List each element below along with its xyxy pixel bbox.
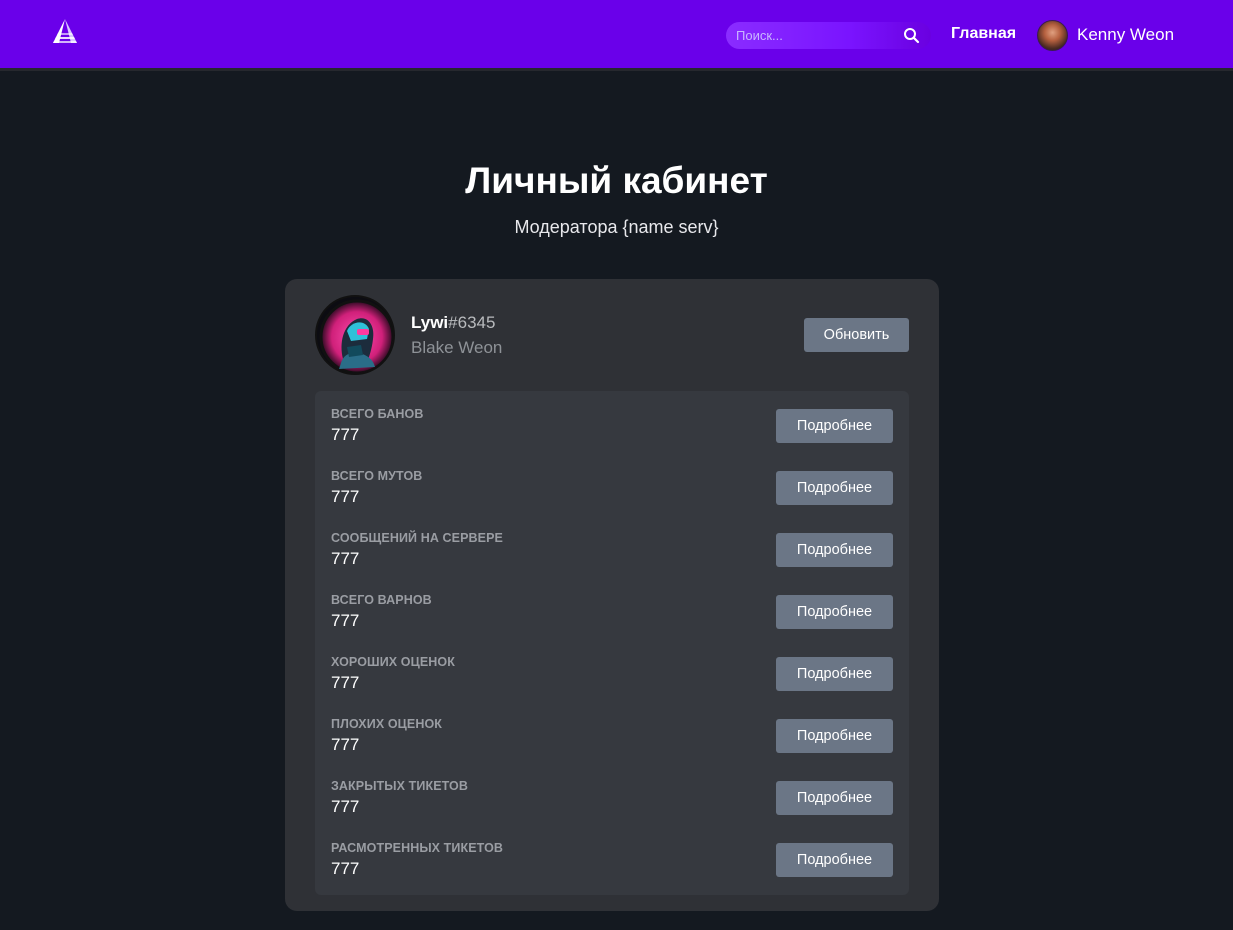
details-button-mutes[interactable]: Подробнее <box>776 471 893 505</box>
stat-row-reviewed-tickets: Расмотренных тикетов 777 Подробнее <box>315 825 909 887</box>
stat-value: 777 <box>331 859 360 878</box>
details-button-good-ratings[interactable]: Подробнее <box>776 657 893 691</box>
stat-row-warns: Всего варнов 777 Подробнее <box>315 577 909 639</box>
top-navbar: Главная Kenny Weon <box>0 0 1233 71</box>
page-subtitle: Модератора {name serv} <box>514 217 719 237</box>
stat-value: 777 <box>331 673 360 692</box>
stat-label: Всего мутов <box>331 469 423 483</box>
details-button-bans[interactable]: Подробнее <box>776 409 893 443</box>
stat-label: Всего банов <box>331 407 424 421</box>
stat-value: 777 <box>331 487 360 506</box>
stat-label: Хороших оценок <box>331 655 455 669</box>
stat-label: Всего варнов <box>331 593 432 607</box>
stat-row-good-ratings: Хороших оценок 777 Подробнее <box>315 639 909 701</box>
search-box <box>726 22 931 49</box>
page-title: Личный кабинет <box>465 160 768 201</box>
profile-username: Lywi#6345 <box>411 313 495 333</box>
stat-value: 777 <box>331 797 360 816</box>
details-button-warns[interactable]: Подробнее <box>776 595 893 629</box>
stats-list: Всего банов 777 Подробнее Всего мутов 77… <box>315 391 909 895</box>
stat-value: 777 <box>331 611 360 630</box>
avatar-image <box>319 299 393 373</box>
stat-value: 777 <box>331 425 360 444</box>
search-input[interactable] <box>736 22 896 49</box>
moderator-profile-card: Lywi#6345 Blake Weon Обновить Всего бано… <box>285 279 939 911</box>
stat-row-mutes: Всего мутов 777 Подробнее <box>315 453 909 515</box>
search-icon[interactable] <box>903 27 920 44</box>
details-button-reviewed-tickets[interactable]: Подробнее <box>776 843 893 877</box>
user-name: Kenny Weon <box>1077 25 1175 44</box>
stat-value: 777 <box>331 549 360 568</box>
details-button-messages[interactable]: Подробнее <box>776 533 893 567</box>
details-button-bad-ratings[interactable]: Подробнее <box>776 719 893 753</box>
stat-row-closed-tickets: Закрытых тикетов 777 Подробнее <box>315 763 909 825</box>
refresh-button[interactable]: Обновить <box>804 318 909 352</box>
stat-row-bans: Всего банов 777 Подробнее <box>315 391 909 453</box>
stat-label: Плохих оценок <box>331 717 443 731</box>
stat-row-bad-ratings: Плохих оценок 777 Подробнее <box>315 701 909 763</box>
user-menu[interactable]: Kenny Weon <box>1037 19 1174 51</box>
profile-tag: #6345 <box>448 313 496 332</box>
stat-label: Расмотренных тикетов <box>331 841 504 855</box>
avatar <box>1037 19 1068 51</box>
stat-label: Сообщений на сервере <box>331 531 503 545</box>
details-button-closed-tickets[interactable]: Подробнее <box>776 781 893 815</box>
profile-nick: Lywi <box>411 313 449 332</box>
nav-link-home[interactable]: Главная <box>951 25 1016 43</box>
profile-avatar <box>315 295 395 375</box>
triangle-logo-icon[interactable] <box>51 18 79 48</box>
stat-row-messages: Сообщений на сервере 777 Подробнее <box>315 515 909 577</box>
stat-label: Закрытых тикетов <box>331 779 469 793</box>
profile-real-name: Blake Weon <box>411 338 503 357</box>
stat-value: 777 <box>331 735 360 754</box>
